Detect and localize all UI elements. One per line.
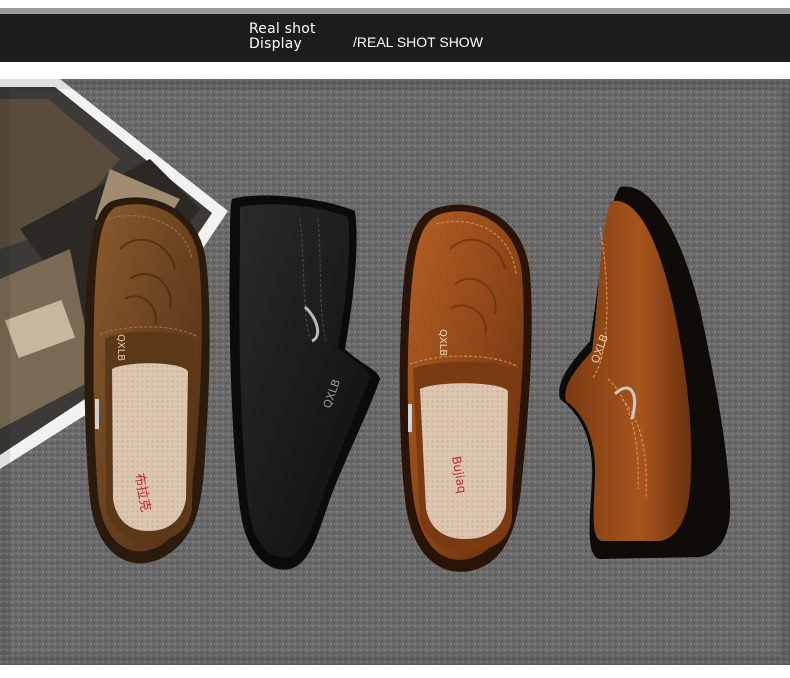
tongue-brand-text-3: QXLB xyxy=(437,329,448,356)
section-banner: Real shot Display /REAL SHOT SHOW xyxy=(0,14,790,62)
shoe-dark-brown-top: 布拉克 QXLB xyxy=(84,197,210,564)
banner-title-line2: Display xyxy=(249,36,303,52)
buckle-icon xyxy=(95,399,99,429)
buckle-icon xyxy=(408,404,412,432)
product-photo: 布拉克 QXLB QXLB Bujiaq QXLB QXLB xyxy=(0,79,790,665)
banner-title-line1: Real shot xyxy=(249,21,316,37)
tongue-brand-text-1: QXLB xyxy=(115,334,126,361)
banner-title: Real shot Display xyxy=(249,22,316,52)
banner-subtitle: /REAL SHOT SHOW xyxy=(353,34,483,50)
shoe-light-brown-top: Bujiaq QXLB xyxy=(399,204,532,572)
